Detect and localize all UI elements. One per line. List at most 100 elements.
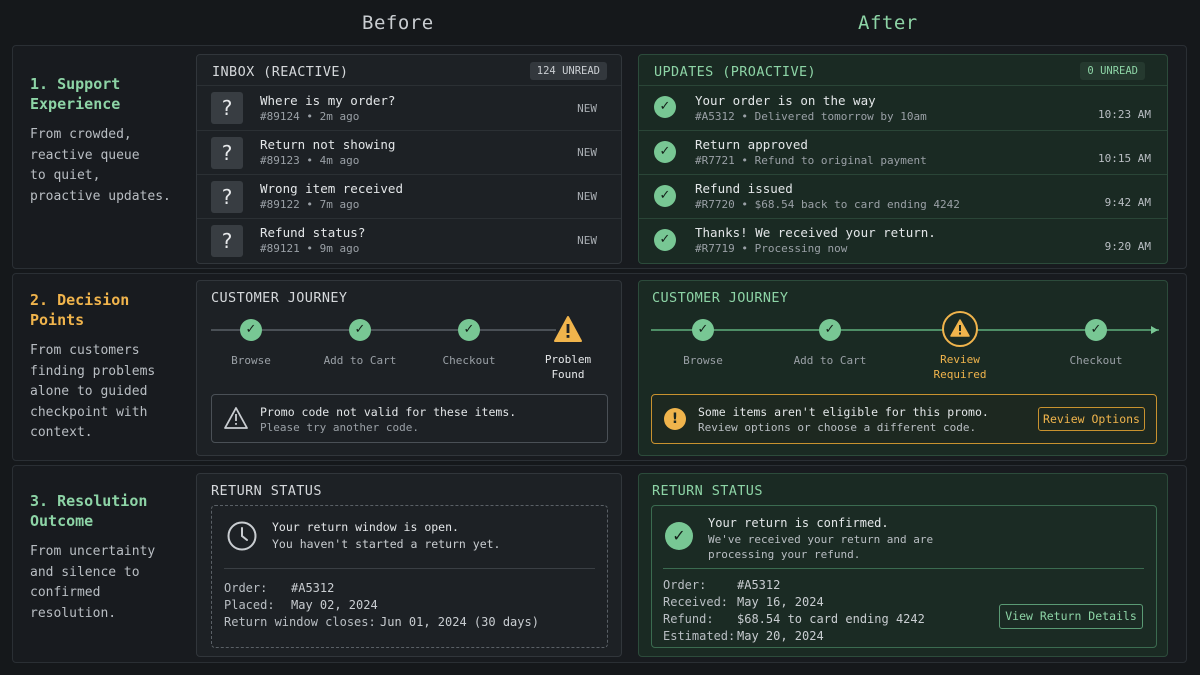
check-circle-icon: ✓ bbox=[654, 141, 676, 163]
alert-icon: ! bbox=[664, 408, 686, 430]
warning-icon bbox=[554, 316, 582, 342]
question-icon: ? bbox=[211, 92, 243, 124]
clock-icon bbox=[227, 521, 257, 551]
return-confirmed-box: ✓ Your return is confirmed. We've receiv… bbox=[651, 505, 1157, 648]
after-column-heading: After bbox=[858, 12, 918, 34]
step-label: Checkout bbox=[442, 354, 496, 367]
detail-label: Return window closes: bbox=[224, 615, 376, 629]
detail-value: #A5312 bbox=[291, 581, 335, 595]
new-tag: NEW bbox=[577, 146, 597, 159]
row-title: 1. Support Experience bbox=[30, 75, 121, 113]
return-title: RETURN STATUS bbox=[652, 483, 763, 499]
update-item-time: 10:15 AM bbox=[1098, 152, 1151, 165]
inbox-title: INBOX (REACTIVE) bbox=[212, 64, 349, 80]
alert-message: Promo code not valid for these items. bbox=[260, 405, 517, 419]
detail-label: Placed: bbox=[224, 598, 275, 612]
update-item[interactable]: ✓ Thanks! We received your return. #R771… bbox=[639, 219, 1167, 263]
inbox-item[interactable]: ? Refund status? #89121 • 9m ago NEW bbox=[197, 219, 621, 263]
row-description: From crowded, reactive queue to quiet, proa… bbox=[30, 127, 171, 204]
warning-icon bbox=[224, 407, 248, 429]
check-circle-icon: ✓ bbox=[819, 319, 841, 341]
step-label: Add to Cart bbox=[793, 354, 867, 367]
check-circle-icon: ✓ bbox=[349, 319, 371, 341]
question-icon: ? bbox=[211, 137, 243, 169]
update-item[interactable]: ✓ Your order is on the way #A5312 • Deli… bbox=[639, 86, 1167, 130]
journey-track bbox=[651, 329, 1159, 331]
check-circle-icon: ✓ bbox=[654, 96, 676, 118]
updates-title: UPDATES (PROACTIVE) bbox=[654, 64, 817, 80]
alert-detail: Review options or choose a different cod… bbox=[698, 421, 977, 434]
question-icon: ? bbox=[211, 181, 243, 213]
row-description: From uncertainty and silence to confirmed r… bbox=[30, 544, 156, 621]
return-title: RETURN STATUS bbox=[211, 483, 322, 499]
step-label: Browse bbox=[683, 354, 723, 367]
return-confirmed-detail: We've received your return and are bbox=[708, 533, 934, 546]
row-label-resolution: 3. Resolution Outcome From uncertainty and… bbox=[30, 491, 180, 624]
return-after-panel: RETURN STATUS ✓ Your return is confirmed… bbox=[638, 473, 1168, 657]
row-label-support: 1. Support Experience From crowded, reacti… bbox=[30, 74, 180, 207]
inbox-item[interactable]: ? Wrong item received #89122 • 7m ago NE… bbox=[197, 175, 621, 219]
step-label-problem: Problem Found bbox=[544, 353, 592, 381]
check-circle-icon: ✓ bbox=[665, 522, 693, 550]
update-item-time: 10:23 AM bbox=[1098, 108, 1151, 121]
detail-value: $68.54 to card ending 4242 bbox=[737, 612, 925, 626]
step-label: Add to Cart bbox=[323, 354, 397, 367]
update-item[interactable]: ✓ Return approved #R7721 • Refund to ori… bbox=[639, 131, 1167, 175]
update-item-meta: #R7721 • Refund to original payment bbox=[695, 154, 927, 167]
inbox-item[interactable]: ? Where is my order? #89124 • 2m ago NEW bbox=[197, 86, 621, 130]
return-before-panel: RETURN STATUS Your return window is open… bbox=[196, 473, 622, 657]
row-label-decision: 2. Decision Points From customers finding … bbox=[30, 290, 180, 444]
promo-guidance-alert: ! Some items aren't eligible for this pr… bbox=[651, 394, 1157, 444]
detail-value: May 02, 2024 bbox=[291, 598, 378, 612]
journey-track bbox=[211, 329, 556, 331]
inbox-item-meta: #89122 • 7m ago bbox=[260, 198, 360, 211]
update-item-time: 9:20 AM bbox=[1104, 240, 1151, 253]
review-checkpoint[interactable] bbox=[942, 311, 978, 347]
update-item-subject: Your order is on the way bbox=[695, 93, 876, 108]
inbox-item-meta: #89123 • 4m ago bbox=[260, 154, 360, 167]
inbox-item-subject: Where is my order? bbox=[260, 93, 396, 108]
detail-label: Order: bbox=[224, 581, 268, 595]
inbox-item-meta: #89121 • 9m ago bbox=[260, 242, 360, 255]
row-title: 2. Decision Points bbox=[30, 291, 130, 329]
return-confirmed-message: Your return is confirmed. bbox=[708, 516, 889, 530]
journey-title: CUSTOMER JOURNEY bbox=[211, 290, 348, 306]
journey-before-panel: CUSTOMER JOURNEY ✓ ✓ ✓ Browse Add to Car… bbox=[196, 280, 622, 456]
review-options-button[interactable]: Review Options bbox=[1038, 407, 1145, 431]
return-window-detail: You haven't started a return yet. bbox=[272, 537, 501, 551]
before-column-heading: Before bbox=[362, 12, 434, 34]
detail-label: Order: bbox=[663, 578, 707, 592]
step-label: Browse bbox=[231, 354, 271, 367]
check-circle-icon: ✓ bbox=[240, 319, 262, 341]
return-window-box: Your return window is open. You haven't … bbox=[211, 505, 608, 648]
inbox-item-subject: Wrong item received bbox=[260, 181, 403, 196]
return-window-message: Your return window is open. bbox=[272, 520, 459, 534]
check-circle-icon: ✓ bbox=[692, 319, 714, 341]
inbox-item-meta: #89124 • 2m ago bbox=[260, 110, 360, 123]
unread-badge: 0 UNREAD bbox=[1080, 62, 1145, 80]
update-item-time: 9:42 AM bbox=[1104, 196, 1151, 209]
inbox-item-subject: Return not showing bbox=[260, 137, 396, 152]
check-circle-icon: ✓ bbox=[654, 229, 676, 251]
view-return-details-button[interactable]: View Return Details bbox=[999, 604, 1143, 629]
row-description: From customers finding problems alone to g… bbox=[30, 343, 156, 440]
journey-title: CUSTOMER JOURNEY bbox=[652, 290, 789, 306]
inbox-item-subject: Refund status? bbox=[260, 225, 366, 240]
new-tag: NEW bbox=[577, 102, 597, 115]
check-circle-icon: ✓ bbox=[458, 319, 480, 341]
question-icon: ? bbox=[211, 225, 243, 257]
detail-value: May 16, 2024 bbox=[737, 595, 824, 609]
journey-after-panel: CUSTOMER JOURNEY ✓ ✓ ✓ Browse Add to Car… bbox=[638, 280, 1168, 456]
update-item-subject: Refund issued bbox=[695, 181, 793, 196]
check-circle-icon: ✓ bbox=[654, 185, 676, 207]
update-item[interactable]: ✓ Refund issued #R7720 • $68.54 back to … bbox=[639, 175, 1167, 219]
inbox-item[interactable]: ? Return not showing #89123 • 4m ago NEW bbox=[197, 131, 621, 175]
detail-label: Received: bbox=[663, 595, 729, 609]
unread-badge: 124 UNREAD bbox=[529, 62, 607, 80]
warning-icon bbox=[950, 319, 970, 337]
detail-value: Jun 01, 2024 (30 days) bbox=[380, 615, 539, 629]
detail-label: Refund: bbox=[663, 612, 714, 626]
alert-message: Some items aren't eligible for this prom… bbox=[698, 405, 989, 419]
detail-value: May 20, 2024 bbox=[737, 629, 824, 643]
arrow-head-icon bbox=[1151, 326, 1158, 334]
